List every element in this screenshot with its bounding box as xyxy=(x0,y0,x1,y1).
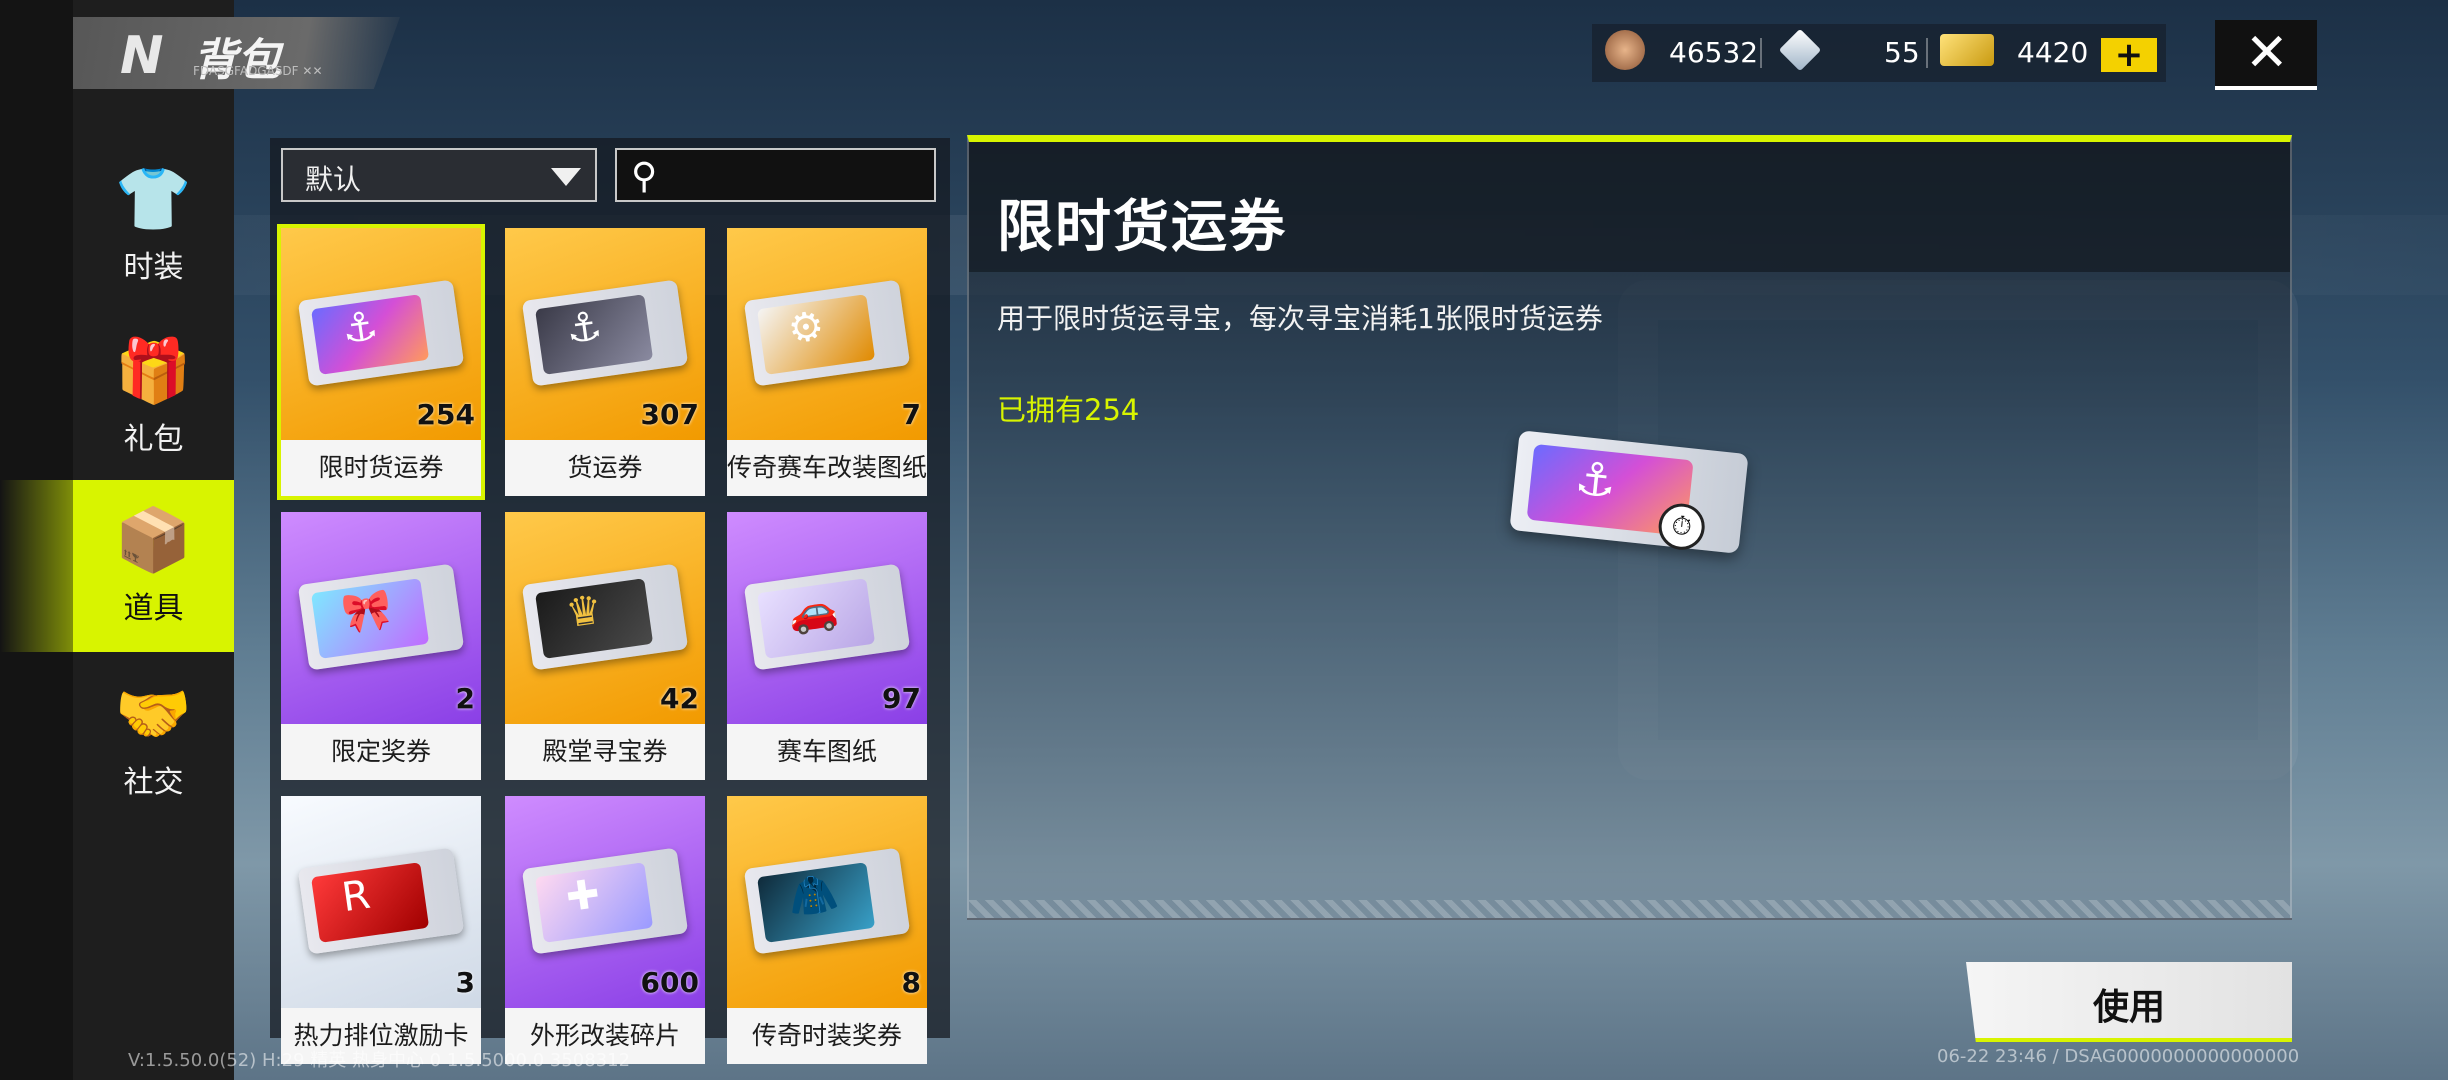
coin-icon xyxy=(1605,30,1645,70)
sidebar-item-label: 社交 xyxy=(123,765,184,800)
search-input[interactable]: ⚲ xyxy=(615,148,936,202)
item-name: 限时货运券 xyxy=(281,440,481,496)
ticket-icon: ⚓ xyxy=(521,279,689,387)
nav-active-glow xyxy=(0,480,73,652)
jacket-ticket-icon: 🧥 xyxy=(743,847,911,955)
item-count: 3 xyxy=(455,966,475,999)
diamond-amount: 55 xyxy=(1884,36,1920,69)
handshake-icon: 🤝 xyxy=(114,677,193,750)
puzzle-piece-icon: ✚ xyxy=(521,847,689,955)
item-name: 传奇时装奖券 xyxy=(727,1008,927,1064)
sidebar-item-label: 礼包 xyxy=(123,422,184,457)
gift-ticket-icon: 🎀 xyxy=(297,563,465,671)
item-count: 97 xyxy=(882,682,921,715)
item-count: 254 xyxy=(416,398,475,431)
item-art: 🎀 xyxy=(281,512,481,724)
car-blueprint-icon: 🚗 xyxy=(743,563,911,671)
item-art: 🧥 xyxy=(727,796,927,1008)
sort-dropdown-value: 默认 xyxy=(305,163,362,196)
item-name: 赛车图纸 xyxy=(727,724,927,780)
page-title: 背包 xyxy=(193,35,281,86)
item-count: 600 xyxy=(640,966,699,999)
item-art: R xyxy=(281,796,481,1008)
box-icon: 📦 xyxy=(114,503,193,576)
crown-ticket-icon: ♛ xyxy=(521,563,689,671)
sort-dropdown[interactable]: 默认 xyxy=(281,148,597,202)
rank-card-icon: R xyxy=(297,847,465,955)
timestamp-text: 06-22 23:46 / DSAG0000000000000000 xyxy=(1937,1046,2300,1067)
ticket-icon: ⚓ xyxy=(297,279,465,387)
owned-count: 已拥有254 xyxy=(997,393,1140,427)
search-icon: ⚲ xyxy=(631,156,658,197)
item-card[interactable]: 🚗 97 赛车图纸 xyxy=(727,512,927,780)
detail-title: 限时货运券 xyxy=(997,195,1287,260)
item-name: 殿堂寻宝券 xyxy=(505,724,705,780)
item-card[interactable]: 🧥 8 传奇时装奖券 xyxy=(727,796,927,1064)
page-subtitle: FDASGFADGASDF ✕✕ xyxy=(193,64,323,78)
sidebar-item-label: 道具 xyxy=(123,591,184,626)
item-art: ⚙ xyxy=(727,228,927,440)
item-card[interactable]: 🎀 2 限定奖券 xyxy=(281,512,481,780)
ticket-amount: 4420 xyxy=(2017,36,2089,69)
add-currency-button[interactable]: + xyxy=(2101,38,2157,72)
item-count: 8 xyxy=(901,966,921,999)
item-name: 传奇赛车改装图纸 xyxy=(727,440,927,496)
gift-icon: 🎁 xyxy=(114,334,193,407)
divider xyxy=(1926,38,1928,68)
sidebar-item-fashion[interactable]: 👕 时装 xyxy=(73,140,234,310)
close-icon: ✕ xyxy=(2245,23,2289,83)
item-card[interactable]: ⚙ 7 传奇赛车改装图纸 xyxy=(727,228,927,496)
item-count: 42 xyxy=(660,682,699,715)
divider xyxy=(1760,38,1762,68)
game-logo: N xyxy=(120,26,163,86)
sidebar-item-items[interactable]: 📦 道具 xyxy=(73,480,234,652)
item-card[interactable]: R 3 热力排位激励卡 xyxy=(281,796,481,1064)
sidebar-item-label: 时装 xyxy=(123,250,184,285)
close-button[interactable]: ✕ xyxy=(2215,20,2317,90)
ticket-currency-icon xyxy=(1940,34,1994,66)
coin-amount: 46532 xyxy=(1669,36,1759,69)
item-card[interactable]: ♛ 42 殿堂寻宝券 xyxy=(505,512,705,780)
sidebar-item-gift[interactable]: 🎁 礼包 xyxy=(73,312,234,482)
engine-blueprint-icon: ⚙ xyxy=(743,279,911,387)
item-card[interactable]: ⚓ 254 限时货运券 xyxy=(277,224,485,500)
item-card[interactable]: ⚓ 307 货运券 xyxy=(505,228,705,496)
item-name: 货运券 xyxy=(505,440,705,496)
item-name: 限定奖券 xyxy=(281,724,481,780)
use-button-label: 使用 xyxy=(2092,987,2165,1028)
use-button[interactable]: 使用 xyxy=(1966,962,2292,1042)
shirt-icon: 👕 xyxy=(114,162,193,235)
item-count: 2 xyxy=(455,682,475,715)
version-text: V:1.5.50.0(52) H:29 精英 热身中心 0 1.5.5000.0… xyxy=(128,1050,631,1071)
item-detail-panel: 限时货运券 用于限时货运寻宝，每次寻宝消耗1张限时货运券 已拥有254 ⚓ ⏱ xyxy=(967,135,2292,920)
chevron-down-icon xyxy=(551,168,581,186)
panel-stripes xyxy=(969,900,2290,918)
detail-description: 用于限时货运寻宝，每次寻宝消耗1张限时货运券 xyxy=(997,302,1603,335)
item-count: 7 xyxy=(901,398,921,431)
item-card[interactable]: ✚ 600 外形改装碎片 xyxy=(505,796,705,1064)
item-count: 307 xyxy=(640,398,699,431)
sidebar-item-social[interactable]: 🤝 社交 xyxy=(73,655,234,825)
ticket-preview-icon: ⚓ ⏱ xyxy=(1509,430,1749,554)
